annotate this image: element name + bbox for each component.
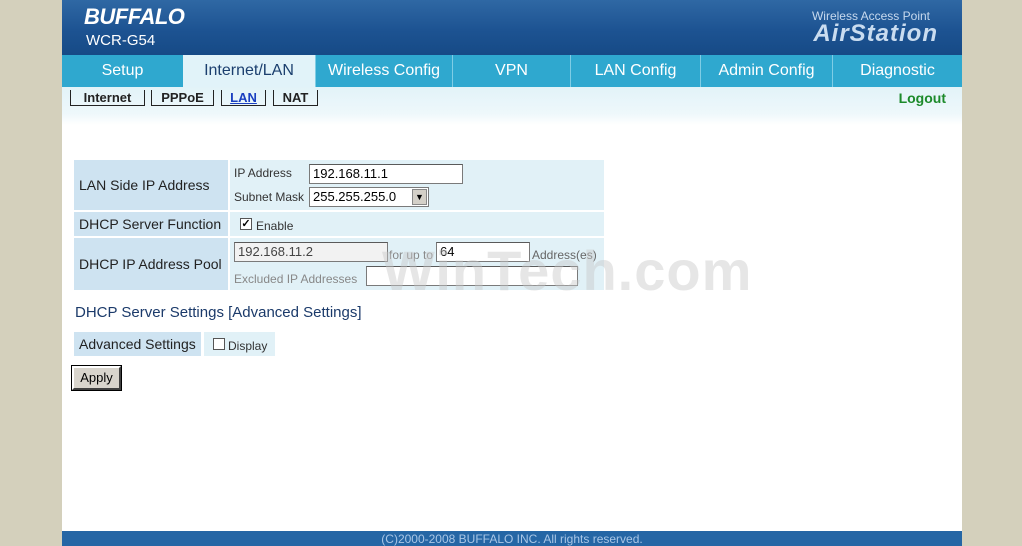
airstation-logo: AirStation bbox=[813, 20, 938, 47]
advanced-display-checkbox[interactable] bbox=[213, 338, 225, 350]
lan-ip-label: LAN Side IP Address bbox=[74, 160, 228, 210]
router-admin-page: BUFFALO WCR-G54 Wireless Access Point Ai… bbox=[62, 0, 962, 546]
sub-nav: Internet PPPoE LAN NAT Logout bbox=[62, 87, 962, 125]
apply-button[interactable]: Apply bbox=[71, 365, 122, 391]
ip-address-label: IP Address bbox=[234, 166, 292, 180]
excluded-ip-input[interactable] bbox=[366, 266, 578, 286]
dropdown-arrow-icon[interactable]: ▼ bbox=[412, 189, 427, 205]
subtab-lan[interactable]: LAN bbox=[221, 90, 266, 106]
pool-start-input[interactable]: 192.168.11.2 bbox=[234, 242, 388, 262]
display-label: Display bbox=[228, 339, 268, 353]
tab-wireless-config[interactable]: Wireless Config bbox=[315, 55, 452, 87]
main-nav: Setup Internet/LAN Wireless Config VPN L… bbox=[62, 55, 962, 87]
ip-address-input[interactable]: 192.168.11.1 bbox=[309, 164, 463, 184]
tab-setup[interactable]: Setup bbox=[62, 55, 183, 87]
tab-lan-config[interactable]: LAN Config bbox=[570, 55, 700, 87]
lan-ip-cell: IP Address 192.168.11.1 Subnet Mask 255.… bbox=[230, 160, 604, 210]
tab-diagnostic[interactable]: Diagnostic bbox=[832, 55, 962, 87]
subnet-mask-value: 255.255.255.0 bbox=[313, 189, 397, 204]
subtab-nat[interactable]: NAT bbox=[273, 90, 318, 106]
advanced-settings-cell: Display bbox=[204, 332, 275, 356]
logout-link[interactable]: Logout bbox=[899, 90, 946, 106]
tab-internet-lan[interactable]: Internet/LAN bbox=[183, 55, 315, 87]
advanced-settings-label: Advanced Settings bbox=[74, 332, 201, 356]
subnet-mask-label: Subnet Mask bbox=[234, 190, 305, 204]
dhcp-function-label: DHCP Server Function bbox=[74, 212, 228, 236]
for-up-to-label: for up to bbox=[389, 248, 434, 262]
advanced-section-title: DHCP Server Settings [Advanced Settings] bbox=[75, 304, 362, 321]
pool-count-input[interactable]: 64 bbox=[436, 242, 530, 262]
dhcp-pool-label: DHCP IP Address Pool bbox=[74, 238, 228, 290]
brand-logo: BUFFALO bbox=[84, 4, 185, 29]
subtab-pppoe[interactable]: PPPoE bbox=[151, 90, 214, 106]
dhcp-enable-checkbox[interactable]: ✓ bbox=[240, 218, 252, 230]
footer: (C)2000-2008 BUFFALO INC. All rights res… bbox=[62, 531, 962, 546]
dhcp-function-cell: ✓ Enable bbox=[230, 212, 604, 236]
subtab-internet[interactable]: Internet bbox=[70, 90, 145, 106]
tab-vpn[interactable]: VPN bbox=[452, 55, 570, 87]
model-name: WCR-G54 bbox=[86, 32, 156, 49]
addresses-label: Address(es) bbox=[532, 248, 597, 262]
tab-admin-config[interactable]: Admin Config bbox=[700, 55, 832, 87]
enable-label: Enable bbox=[256, 219, 294, 233]
header-banner: BUFFALO WCR-G54 Wireless Access Point Ai… bbox=[62, 0, 962, 55]
subnet-mask-select[interactable]: 255.255.255.0 ▼ bbox=[309, 187, 429, 207]
dhcp-pool-cell: 192.168.11.2 for up to 64 Address(es) Ex… bbox=[230, 238, 604, 290]
excluded-ip-label: Excluded IP Addresses bbox=[234, 272, 358, 286]
